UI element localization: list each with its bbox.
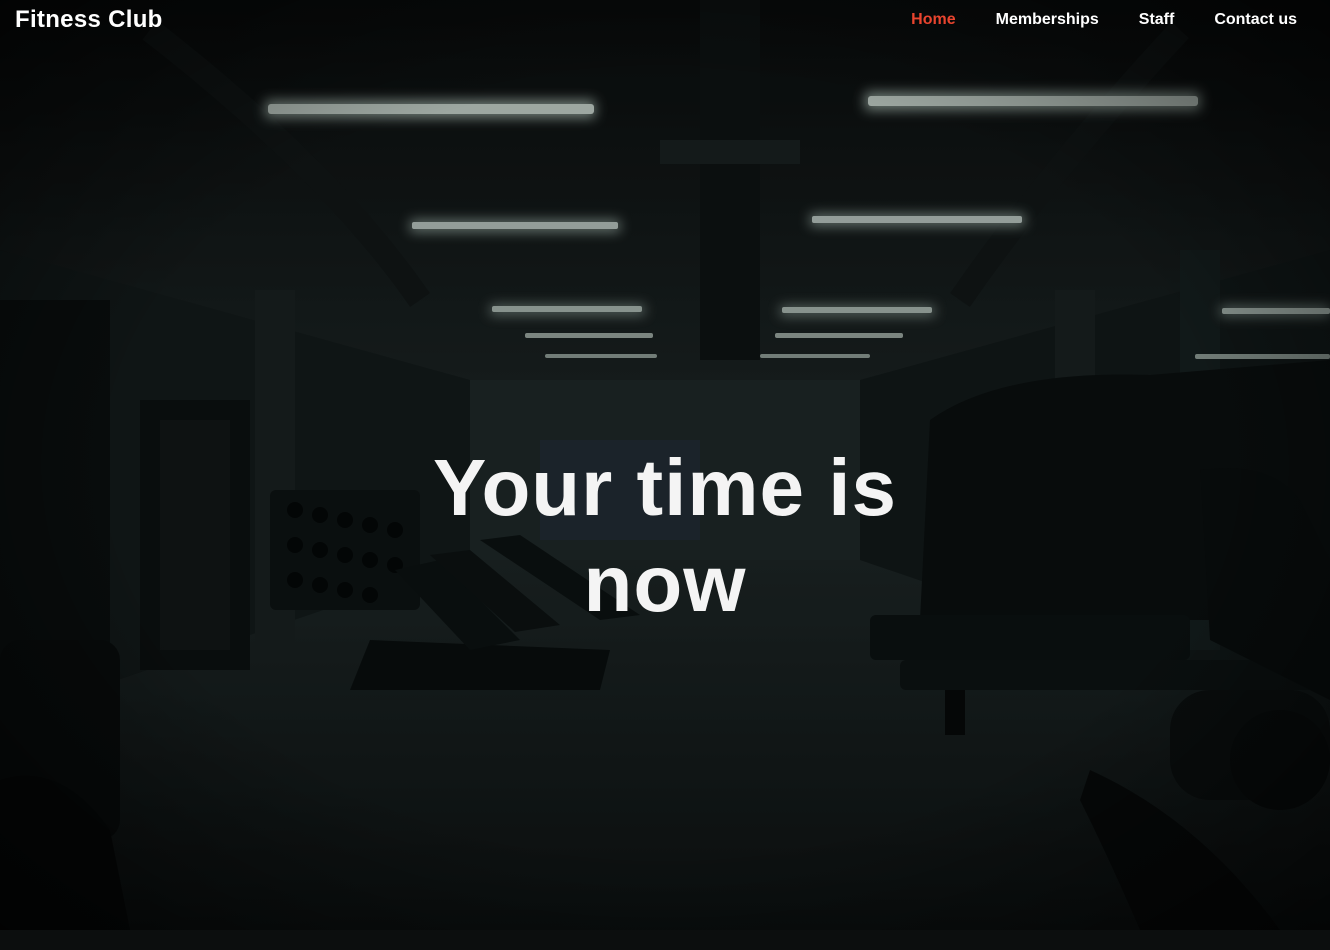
- bottom-strip: [0, 930, 1330, 950]
- top-navbar: Fitness Club Home Memberships Staff Cont…: [0, 0, 1330, 42]
- nav-link-staff[interactable]: Staff: [1139, 11, 1175, 29]
- page: Fitness Club Home Memberships Staff Cont…: [0, 0, 1330, 950]
- nav-link-home[interactable]: Home: [911, 11, 955, 29]
- nav-link-contact[interactable]: Contact us: [1214, 11, 1297, 29]
- nav-link-memberships[interactable]: Memberships: [996, 11, 1099, 29]
- brand-logo[interactable]: Fitness Club: [15, 6, 163, 34]
- hero-headline: Your time is now: [433, 443, 897, 628]
- nav-links: Home Memberships Staff Contact us: [911, 11, 1297, 29]
